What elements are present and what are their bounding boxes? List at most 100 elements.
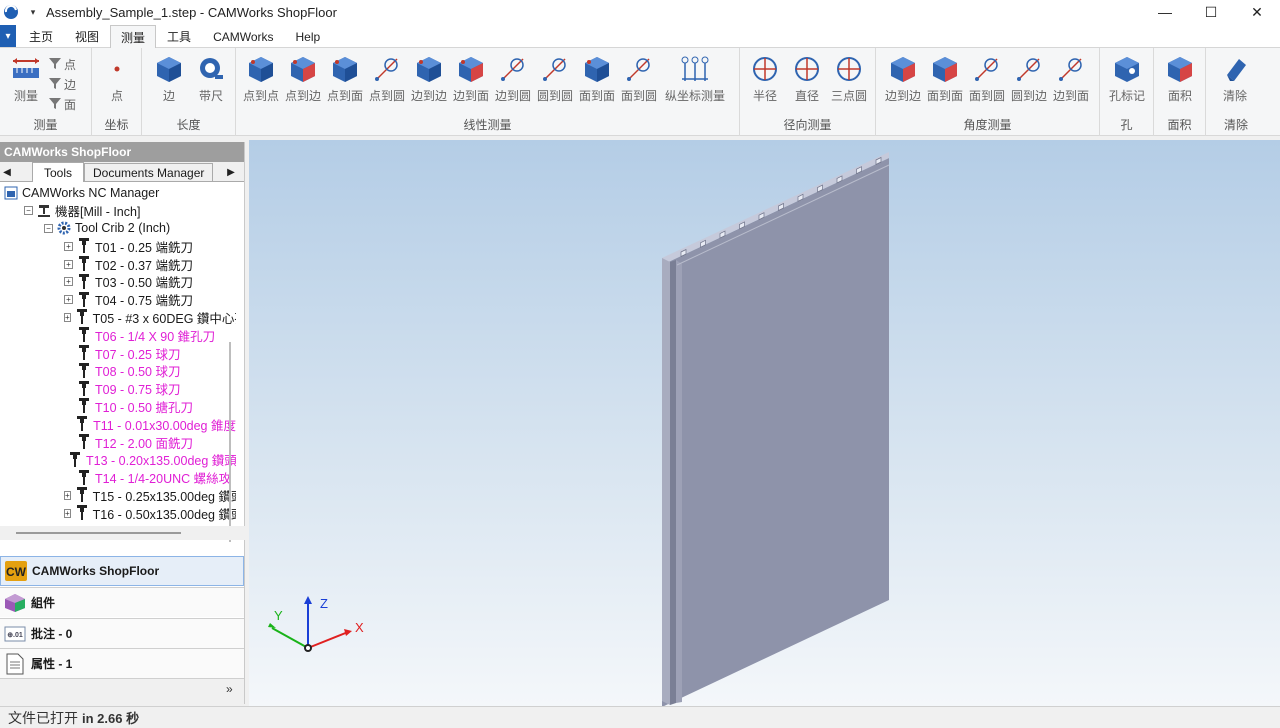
face-to-face-button[interactable]: 面到面 (576, 54, 618, 104)
maximize-button[interactable]: ☐ (1188, 0, 1234, 24)
expand-node-icon[interactable]: + (64, 312, 71, 322)
point-to-circle-icon (371, 54, 403, 84)
tab-camworks[interactable]: CAMWorks (202, 25, 284, 47)
radius-button[interactable]: 半径 (744, 54, 786, 104)
minimize-button[interactable]: — (1142, 0, 1188, 24)
collapse-node-icon[interactable]: − (44, 223, 53, 233)
angle-face-to-circle-button[interactable]: 面到圆 (966, 54, 1008, 104)
tree-node[interactable]: + T03 - 0.50 端銑刀 (0, 273, 236, 291)
tree-node[interactable]: T12 - 2.00 面銑刀 (0, 433, 236, 451)
ordinate-measure-button[interactable]: 纵坐标测量 (660, 54, 730, 104)
area-button[interactable]: 面积 (1159, 54, 1201, 104)
length-edge-button[interactable]: 边 (148, 54, 190, 104)
tree-node-label: T03 - 0.50 端銑刀 (95, 276, 193, 291)
expand-node-icon[interactable]: + (64, 508, 71, 518)
tree-node[interactable]: T11 - 0.01x30.00deg 錐度 (0, 415, 236, 433)
application-menu-button[interactable]: ▾ (0, 25, 16, 47)
tree-node[interactable]: T10 - 0.50 搪孔刀 (0, 398, 236, 416)
component-cube-icon (3, 592, 27, 614)
tree-node[interactable]: − 機器[Mill - Inch] (0, 202, 236, 220)
point-to-face-button[interactable]: 点到面 (324, 54, 366, 104)
3d-viewport[interactable]: Z X Y (249, 140, 1280, 707)
nav-annotations[interactable]: ⊕.01 批注 - 0 (0, 618, 244, 648)
tree-node[interactable]: + T16 - 0.50x135.00deg 鑽頭 (0, 504, 236, 522)
tree-node[interactable]: T07 - 0.25 球刀 (0, 344, 236, 362)
tree-node[interactable]: T08 - 0.50 球刀 (0, 362, 236, 380)
expand-node-icon[interactable]: + (64, 490, 71, 500)
point-to-edge-button[interactable]: 点到边 (282, 54, 324, 104)
coordinate-point-button[interactable]: 点 (96, 54, 138, 104)
face-to-circle-button[interactable]: 面到圆 (618, 54, 660, 104)
measure-face-button[interactable]: 面 (48, 94, 76, 114)
tree-node[interactable]: T06 - 1/4 X 90 錐孔刀 (0, 326, 236, 344)
annotation-icon: ⊕.01 (3, 623, 27, 645)
tree-node[interactable]: + T05 - #3 x 60DEG 鑽中心孔 (0, 309, 236, 327)
measure-point-button[interactable]: 点 (48, 54, 76, 74)
tree-node[interactable]: + T04 - 0.75 端銑刀 (0, 291, 236, 309)
expand-node-icon[interactable]: + (64, 241, 73, 251)
angle-edge-to-edge-button[interactable]: 边到边 (882, 54, 924, 104)
tab-help[interactable]: Help (285, 25, 332, 47)
axis-triad: Z X Y (258, 590, 378, 660)
edge-to-face-icon (455, 54, 487, 84)
tool-icon (75, 309, 89, 325)
svg-text:⊕.01: ⊕.01 (7, 632, 23, 639)
tree-node[interactable]: T14 - 1/4-20UNC 螺絲攻 (0, 469, 236, 487)
tree-node-label: T10 - 0.50 搪孔刀 (95, 400, 193, 415)
angle-face-to-face-icon (929, 54, 961, 84)
ribbon-group-angle: 边到边 面到面 面到圆 圆到边 边到面 角度测量 (876, 48, 1100, 136)
edge-to-edge-button[interactable]: 边到边 (408, 54, 450, 104)
measure-edge-button[interactable]: 边 (48, 74, 76, 94)
tab-tools[interactable]: 工具 (156, 25, 202, 47)
circle-to-circle-button[interactable]: 圆到圆 (534, 54, 576, 104)
nav-components[interactable]: 組件 (0, 587, 244, 617)
point-to-point-button[interactable]: 点到点 (240, 54, 282, 104)
tab-scroll-right-icon[interactable]: ▶ (224, 163, 238, 181)
edge-to-face-button[interactable]: 边到面 (450, 54, 492, 104)
close-button[interactable]: ✕ (1234, 0, 1280, 24)
quick-access-dropdown-icon[interactable]: ▾ (26, 7, 40, 18)
angle-circle-to-edge-button[interactable]: 圆到边 (1008, 54, 1050, 104)
nav-properties[interactable]: 属性 - 1 (0, 648, 244, 678)
tree-node-label: T06 - 1/4 X 90 錐孔刀 (95, 329, 216, 344)
tab-scroll-left-icon[interactable]: ◀ (0, 163, 14, 181)
y-axis-label: Y (274, 608, 283, 623)
expand-node-icon[interactable]: + (64, 277, 73, 287)
title-bar: ▾ Assembly_Sample_1.step - CAMWorks Shop… (0, 0, 1280, 24)
nav-label: 属性 - 1 (31, 657, 73, 671)
nav-camworks-shopfloor[interactable]: CW CAMWorks ShopFloor (0, 556, 244, 586)
expand-node-icon[interactable]: + (64, 295, 73, 305)
tree-node[interactable]: + T15 - 0.25x135.00deg 鑽頭 (0, 487, 236, 505)
tree-node[interactable]: T09 - 0.75 球刀 (0, 380, 236, 398)
app-logo-icon[interactable] (2, 3, 20, 21)
tree-node[interactable]: + T02 - 0.37 端銑刀 (0, 255, 236, 273)
tree-node[interactable]: CAMWorks NC Manager (0, 184, 236, 202)
tab-tools-panel[interactable]: Tools (32, 162, 84, 182)
tab-view[interactable]: 视图 (64, 25, 110, 47)
measure-button[interactable]: 测量 (8, 54, 44, 104)
expand-chevron-icon[interactable]: » (226, 682, 233, 696)
tab-measure[interactable]: 测量 (110, 25, 157, 48)
tab-documents-manager[interactable]: Documents Manager (84, 163, 214, 181)
tab-home[interactable]: 主页 (18, 25, 64, 47)
angle-face-to-face-button[interactable]: 面到面 (924, 54, 966, 104)
tree-node[interactable]: T13 - 0.20x135.00deg 鑽頭 (0, 451, 236, 469)
tree-vertical-scrollbar[interactable] (229, 342, 231, 542)
edge-to-circle-icon (497, 54, 529, 84)
clear-button[interactable]: 清除 (1214, 54, 1256, 104)
hole-mark-button[interactable]: 孔标记 (1106, 54, 1148, 104)
diameter-button[interactable]: 直径 (786, 54, 828, 104)
edge-to-circle-button[interactable]: 边到圆 (492, 54, 534, 104)
tape-measure-button[interactable]: 带尺 (190, 54, 232, 104)
angle-edge-to-face-button[interactable]: 边到面 (1050, 54, 1092, 104)
point-to-circle-button[interactable]: 点到圆 (366, 54, 408, 104)
three-point-circle-button[interactable]: 三点圆 (828, 54, 870, 104)
tree-node[interactable]: + T01 - 0.25 端銑刀 (0, 237, 236, 255)
ribbon-group-measure: 测量 点 边 面 测量 (0, 48, 92, 136)
x-axis-label: X (355, 620, 364, 635)
tree-node[interactable]: − Tool Crib 2 (Inch) (0, 220, 236, 238)
collapse-node-icon[interactable]: − (24, 206, 33, 216)
tree-horizontal-scrollbar[interactable] (16, 532, 181, 534)
group-label: 清除 (1223, 118, 1248, 132)
expand-node-icon[interactable]: + (64, 259, 73, 269)
